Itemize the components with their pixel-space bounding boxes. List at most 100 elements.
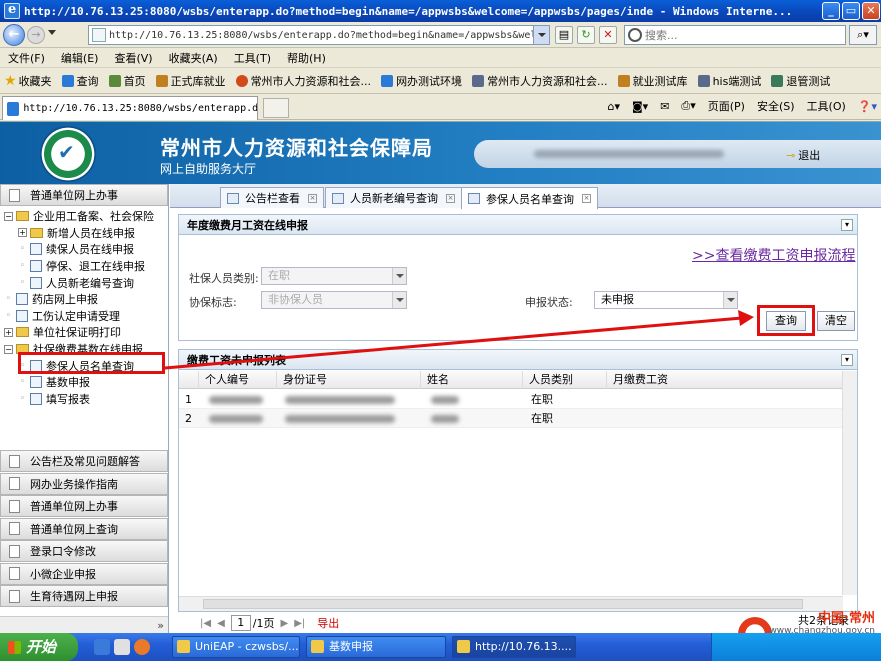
close-tab-icon[interactable]: ×	[582, 194, 591, 203]
collapse-panel-icon[interactable]: ▾	[841, 354, 853, 366]
help-icon[interactable]: ❓▾	[858, 100, 877, 113]
taskbar-item[interactable]: http://10.76.13....	[452, 636, 576, 658]
vertical-scrollbar[interactable]	[842, 371, 857, 595]
collapse-icon[interactable]: −	[4, 344, 13, 354]
column-header-salary[interactable]: 月缴费工资	[607, 371, 843, 389]
menu-view[interactable]: 查看(V)	[114, 50, 152, 66]
ie-quicklaunch-icon[interactable]	[94, 639, 110, 655]
status-select[interactable]: 未申报	[594, 291, 738, 309]
table-row[interactable]: 1 在职	[179, 390, 843, 409]
declaration-flow-link[interactable]: >>查看缴费工资申报流程	[692, 245, 855, 265]
table-row[interactable]: 2 在职	[179, 409, 843, 428]
close-tab-icon[interactable]: ×	[446, 193, 455, 203]
query-button[interactable]: 查询	[766, 311, 806, 331]
sidebar-section-header[interactable]: 小微企业申报	[0, 562, 168, 585]
minimize-button[interactable]: _	[822, 2, 840, 20]
start-button[interactable]: 开始	[0, 633, 78, 661]
column-header-name[interactable]: 姓名	[421, 371, 523, 389]
tree-node-new-staff[interactable]: + 新增人员在线申报	[4, 225, 168, 242]
double-chevron-right-icon[interactable]: »	[157, 619, 164, 632]
url-dropdown-icon[interactable]	[533, 26, 549, 44]
menu-file[interactable]: 文件(F)	[8, 50, 45, 66]
tree-node-injury[interactable]: ◦ 工伤认定申请受理	[4, 308, 168, 325]
scroll-thumb[interactable]	[203, 599, 803, 609]
menu-help[interactable]: 帮助(H)	[287, 50, 326, 66]
sidebar-section-header[interactable]: 普通单位网上查询	[0, 517, 168, 540]
menu-tools[interactable]: 工具(T)	[234, 50, 271, 66]
sidebar-section-header[interactable]: 网办业务操作指南	[0, 472, 168, 495]
column-header-person-id[interactable]: 个人编号	[199, 371, 277, 389]
forward-button[interactable]: →	[27, 26, 45, 44]
tab-insured-list[interactable]: 参保人员名单查询 ×	[461, 187, 598, 209]
menu-edit[interactable]: 编辑(E)	[61, 50, 99, 66]
tree-node-fill-report[interactable]: ◦ 填写报表	[4, 391, 168, 408]
search-go-button[interactable]: ⌕▾	[849, 25, 877, 45]
sidebar-section-header[interactable]: 生育待遇网上申报	[0, 585, 168, 607]
back-button[interactable]: ←	[3, 24, 25, 46]
taskbar-item[interactable]: UniEAP - czwsbs/...	[172, 636, 300, 658]
new-tab-button[interactable]	[263, 98, 289, 118]
tree-node-stop-insurance[interactable]: ◦ 停保、退工在线申报	[4, 258, 168, 275]
logout-link[interactable]: 退出	[786, 147, 820, 163]
mail-icon[interactable]: ✉	[660, 100, 669, 113]
url-text[interactable]: http://10.76.13.25:8080/wsbs/enterapp.do…	[109, 30, 534, 41]
next-page-icon[interactable]: ▶	[280, 618, 288, 629]
export-button[interactable]: 导出	[317, 615, 339, 631]
sidebar-section-header[interactable]: 普通单位网上办事	[0, 495, 168, 517]
tree-node-pharmacy[interactable]: ◦ 药店网上申报	[4, 291, 168, 308]
page-number-input[interactable]: 1	[230, 615, 251, 631]
tab-id-query[interactable]: 人员新老编号查询 ×	[325, 187, 462, 208]
tab-notice[interactable]: 公告栏查看 ×	[220, 187, 324, 208]
stop-icon[interactable]: ✕	[599, 26, 617, 44]
history-dropdown-icon[interactable]	[48, 30, 56, 35]
search-input[interactable]: 搜索...	[624, 25, 846, 45]
first-page-icon[interactable]: |◀	[200, 618, 211, 629]
sidebar-section-header[interactable]: 登录口令修改	[0, 540, 168, 562]
favorite-item[interactable]: 常州市人力资源和社会...	[235, 73, 371, 89]
sidebar-scroller[interactable]: »	[0, 616, 168, 634]
taskbar-item[interactable]: 基数申报	[306, 636, 446, 658]
tools-menu[interactable]: 工具(O)	[807, 98, 846, 114]
url-input[interactable]: http://10.76.13.25:8080/wsbs/enterapp.do…	[88, 25, 550, 45]
horizontal-scrollbar[interactable]	[179, 596, 843, 611]
column-header-person-type[interactable]: 人员类别	[523, 371, 607, 389]
collapse-panel-icon[interactable]: ▾	[841, 219, 853, 231]
collapse-icon[interactable]: −	[4, 211, 13, 221]
tree-node-id-query[interactable]: ◦ 人员新老编号查询	[4, 274, 168, 291]
print-icon[interactable]: ⎙▾	[681, 99, 695, 113]
desktop-quicklaunch-icon[interactable]	[114, 639, 130, 655]
tree-node-enterprise[interactable]: − 企业用工备案、社会保险	[4, 208, 168, 225]
chevron-down-icon[interactable]	[723, 292, 737, 308]
favorite-item[interactable]: 退管测试	[771, 73, 830, 89]
refresh-icon[interactable]: ↻	[577, 26, 595, 44]
browser-tab[interactable]: http://10.76.13.25:8080/wsbs/enterapp.do…	[2, 96, 258, 120]
home-icon[interactable]: ⌂▾	[607, 100, 620, 113]
prev-page-icon[interactable]: ◀	[217, 618, 225, 629]
favorite-item[interactable]: his端测试	[697, 73, 761, 89]
sidebar-section-header[interactable]: 普通单位网上办事	[0, 184, 168, 206]
favorite-item[interactable]: 网办测试环境	[381, 73, 462, 89]
favorite-item[interactable]: 首页	[108, 73, 146, 89]
tree-node-certificate[interactable]: + 单位社保证明打印	[4, 324, 168, 341]
expand-icon[interactable]: +	[4, 327, 13, 337]
page-menu[interactable]: 页面(P)	[708, 98, 745, 114]
tree-node-base-declare[interactable]: ◦ 基数申报	[4, 374, 168, 391]
favorites-button[interactable]: ★ 收藏夹	[4, 73, 52, 89]
sidebar-section-header[interactable]: 公告栏及常见问题解答	[0, 450, 168, 472]
favorite-item[interactable]: 正式库就业	[155, 73, 226, 89]
expand-icon[interactable]: +	[18, 228, 27, 238]
firefox-quicklaunch-icon[interactable]	[134, 639, 150, 655]
favorite-item[interactable]: 就业测试库	[617, 73, 688, 89]
feeds-icon[interactable]: ◙▾	[632, 100, 648, 113]
favorite-item[interactable]: 查询	[61, 73, 99, 89]
close-tab-icon[interactable]: ×	[308, 193, 317, 203]
close-window-button[interactable]: ✕	[862, 2, 880, 20]
menu-favorites[interactable]: 收藏夹(A)	[169, 50, 218, 66]
maximize-button[interactable]: ▭	[842, 2, 860, 20]
column-header-id-card[interactable]: 身份证号	[277, 371, 421, 389]
clear-button[interactable]: 清空	[817, 311, 855, 331]
safety-menu[interactable]: 安全(S)	[757, 98, 795, 114]
favorite-item[interactable]: 常州市人力资源和社会...	[472, 73, 608, 89]
last-page-icon[interactable]: ▶|	[294, 618, 305, 629]
tree-node-renewal[interactable]: ◦ 续保人员在线申报	[4, 241, 168, 258]
